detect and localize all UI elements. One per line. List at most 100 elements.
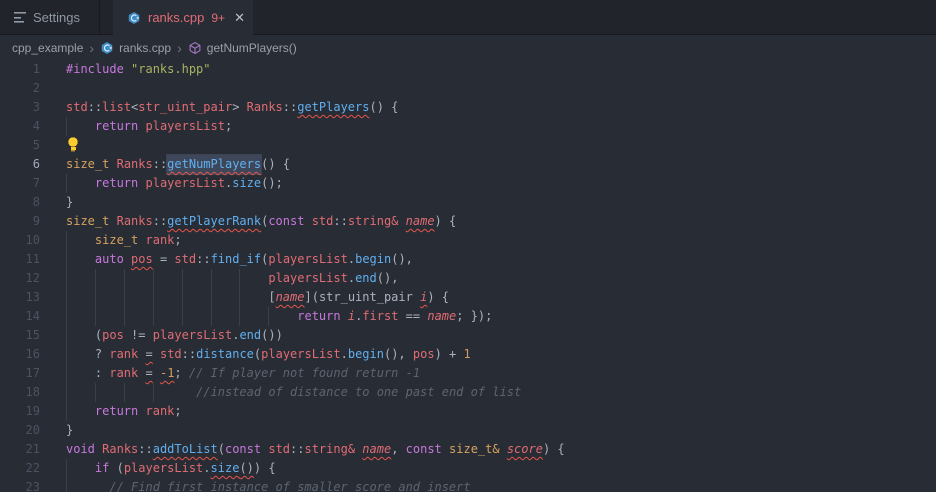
- code-token: find_if: [210, 252, 262, 266]
- code-line[interactable]: 7 return playersList.size();: [0, 174, 936, 193]
- close-icon[interactable]: ✕: [234, 10, 245, 26]
- code-token: rank: [145, 233, 175, 247]
- line-number: 21: [25, 442, 40, 456]
- code-token: -1: [159, 366, 175, 380]
- code-token: size_t: [66, 157, 110, 171]
- code-line[interactable]: 13 [name](str_uint_pair i) {: [0, 288, 936, 307]
- tab-ranks-cpp[interactable]: ranks.cpp 9+ ✕: [113, 0, 253, 35]
- code-token: [: [268, 290, 276, 304]
- line-number: 22: [25, 461, 40, 475]
- symbol-method-icon: [188, 41, 202, 55]
- code-line[interactable]: 9 size_t Ranks::getPlayerRank(const std::…: [0, 212, 936, 231]
- code-token: size_t: [66, 214, 110, 228]
- code-token: name: [275, 290, 305, 304]
- code-line[interactable]: 11 auto pos = std::find_if(playersList.b…: [0, 250, 936, 269]
- code-token: [123, 383, 153, 402]
- code-token: Ranks: [246, 100, 283, 114]
- code-token: "ranks.hpp": [131, 62, 211, 76]
- code-line[interactable]: 20}: [0, 421, 936, 440]
- breadcrumb-symbol[interactable]: getNumPlayers(): [207, 41, 297, 55]
- code-token: (: [109, 461, 124, 475]
- code-token: [268, 307, 298, 326]
- code-line[interactable]: 2: [0, 79, 936, 98]
- code-token: void: [66, 442, 95, 456]
- code-line[interactable]: 16 ? rank = std::distance(playersList.be…: [0, 345, 936, 364]
- code-text: (pos != playersList.end()): [66, 326, 283, 345]
- code-token: [66, 307, 95, 326]
- code-line[interactable]: 17 : rank = -1; // If player not found r…: [0, 364, 936, 383]
- code-token: .: [203, 461, 211, 475]
- code-line[interactable]: 22 if (playersList.size()) {: [0, 459, 936, 478]
- code-line[interactable]: 12 playersList.end(),: [0, 269, 936, 288]
- code-token: ::: [152, 157, 168, 171]
- settings-icon: [14, 12, 26, 23]
- code-token: name: [405, 214, 435, 228]
- code-token: pos: [131, 252, 153, 266]
- code-token: list: [102, 100, 132, 114]
- code-token: [239, 288, 269, 307]
- code-token: [66, 117, 95, 136]
- code-token: [123, 307, 153, 326]
- tab-settings[interactable]: Settings: [0, 0, 100, 35]
- code-line[interactable]: 14 return i.first == name; });: [0, 307, 936, 326]
- code-text: //instead of distance to one past end of…: [66, 383, 521, 402]
- code-token: return: [94, 176, 139, 190]
- code-token: return: [94, 404, 139, 418]
- code-token: //instead of distance to one past end of…: [196, 385, 522, 399]
- code-token: std: [174, 252, 197, 266]
- code-token: .: [224, 176, 233, 190]
- code-token: const: [268, 214, 305, 228]
- code-text: return i.first == name; });: [66, 307, 492, 326]
- code-token: }: [66, 423, 74, 437]
- problems-badge: 9+: [211, 10, 226, 25]
- code-token: ::: [196, 252, 211, 266]
- code-token: (: [261, 252, 269, 266]
- code-token: return: [94, 119, 139, 133]
- code-token: (: [253, 347, 262, 361]
- code-token: .: [232, 328, 240, 342]
- line-number: 15: [25, 328, 40, 342]
- code-token: (: [261, 214, 269, 228]
- code-line[interactable]: 5: [0, 136, 936, 155]
- code-token: ::: [152, 214, 168, 228]
- code-text: return playersList.size();: [66, 174, 283, 193]
- code-line[interactable]: 15 (pos != playersList.end()): [0, 326, 936, 345]
- breadcrumb-file[interactable]: ranks.cpp: [119, 41, 171, 55]
- line-number: 11: [25, 252, 40, 266]
- line-number: 18: [25, 385, 40, 399]
- code-line[interactable]: 21 void Ranks::addToList(const std::strin…: [0, 440, 936, 459]
- code-token: [239, 307, 269, 326]
- code-token: pos: [412, 347, 435, 361]
- breadcrumb-folder[interactable]: cpp_example: [12, 41, 83, 55]
- line-number: 17: [25, 366, 40, 380]
- code-text: // Find first instance of smaller score …: [66, 478, 471, 492]
- code-line[interactable]: 3 std::list<str_uint_pair> Ranks::getPlay…: [0, 98, 936, 117]
- code-line[interactable]: 6 size_t Ranks::getNumPlayers() {: [0, 155, 936, 174]
- code-token: [239, 269, 269, 288]
- code-token: getPlayers: [297, 100, 370, 114]
- code-area[interactable]: 1 #include "ranks.hpp" 2 3 std::list<str_uin…: [0, 60, 936, 492]
- code-token: addToList: [152, 442, 218, 456]
- code-token: ?: [94, 347, 110, 361]
- code-token: [181, 307, 211, 326]
- code-token: getPlayerRank: [167, 214, 262, 228]
- code-token: }: [66, 195, 74, 209]
- code-line[interactable]: 19 return rank;: [0, 402, 936, 421]
- code-token: .: [347, 271, 356, 285]
- code-line[interactable]: 8}: [0, 193, 936, 212]
- code-token: (),: [391, 252, 413, 266]
- line-number: 7: [32, 176, 40, 190]
- code-line[interactable]: 23 // Find first instance of smaller sco…: [0, 478, 936, 492]
- code-text: playersList.end(),: [66, 269, 398, 288]
- code-line[interactable]: 18 //instead of distance to one past end…: [0, 383, 936, 402]
- code-line[interactable]: 4 return playersList;: [0, 117, 936, 136]
- code-line[interactable]: 10 size_t rank;: [0, 231, 936, 250]
- code-line[interactable]: 1 #include "ranks.hpp": [0, 60, 936, 79]
- code-token: ::: [282, 100, 298, 114]
